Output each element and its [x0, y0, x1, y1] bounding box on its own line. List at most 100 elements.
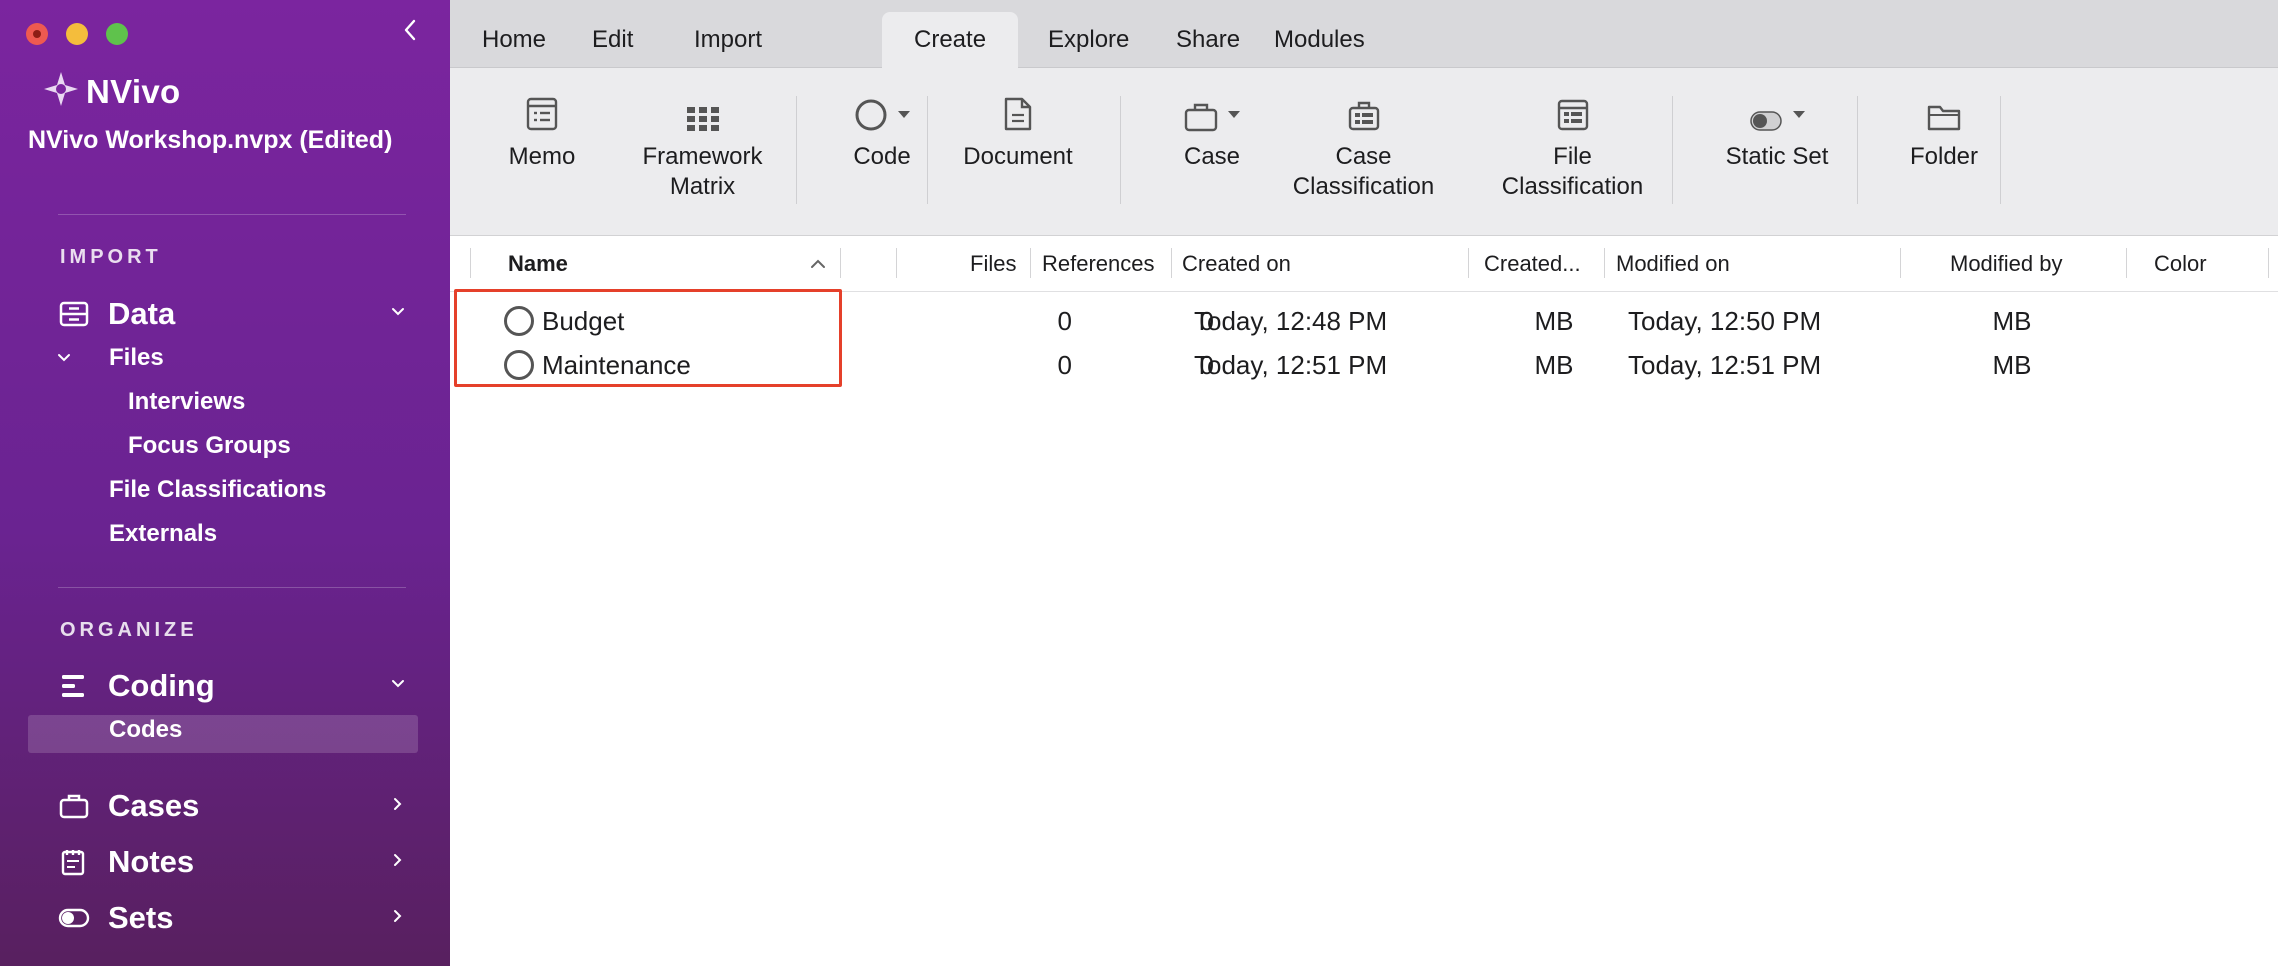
- ribbon-separator: [927, 96, 928, 204]
- sidebar-item-file-classifications[interactable]: File Classifications: [109, 476, 326, 504]
- files-count: 0: [1057, 305, 1072, 336]
- column-separator: [840, 248, 841, 278]
- created-by-value: MB: [1534, 305, 1574, 336]
- column-header-references[interactable]: References: [1042, 236, 1155, 292]
- column-header-color[interactable]: Color: [2154, 236, 2207, 292]
- memo-label: Memo: [508, 143, 576, 170]
- ribbon-separator: [1672, 96, 1673, 204]
- ribbon-separator: [1120, 96, 1121, 204]
- tab-explore[interactable]: Explore: [1016, 12, 1161, 68]
- column-separator: [2268, 248, 2269, 278]
- tab-create[interactable]: Create: [882, 12, 1019, 68]
- toggle-set-icon: [1750, 111, 1782, 131]
- sidebar-item-focus-groups[interactable]: Focus Groups: [128, 432, 291, 460]
- files-expand-chevron-icon[interactable]: [56, 350, 72, 366]
- modified-on-value: Today, 12:51 PM: [1628, 349, 1822, 380]
- ribbon-tab-bar: Home Edit Import Create Explore Share Mo…: [450, 0, 2278, 68]
- tab-home[interactable]: Home: [450, 12, 578, 68]
- modified-by-value: MB: [1992, 349, 2032, 380]
- chevron-down-icon[interactable]: [390, 304, 406, 320]
- sidebar-item-files[interactable]: Files: [109, 344, 164, 372]
- static-set-label: Static Set: [1725, 143, 1829, 170]
- static-set-icon-wrap: [1749, 92, 1805, 132]
- document-icon: [1003, 92, 1033, 132]
- files-count: 0: [1057, 349, 1072, 380]
- project-title: NVivo Workshop.nvpx (Edited): [28, 126, 393, 154]
- case-classification-label: Case Classification: [1292, 143, 1435, 200]
- ribbon-toolbar: Memo Framework Matrix Code Document Case: [450, 68, 2278, 236]
- nav-group-cases[interactable]: Cases: [58, 788, 199, 824]
- sidebar-item-interviews[interactable]: Interviews: [128, 388, 245, 416]
- divider: [58, 214, 406, 215]
- ribbon-separator: [1857, 96, 1858, 204]
- folder-button[interactable]: Folder: [1882, 92, 2006, 172]
- sort-ascending-icon[interactable]: [810, 236, 826, 292]
- framework-matrix-label: Framework Matrix: [642, 143, 763, 200]
- column-header-files[interactable]: Files: [970, 236, 1016, 292]
- case-button[interactable]: Case: [1150, 92, 1274, 172]
- created-by-value: MB: [1534, 349, 1574, 380]
- folder-label: Folder: [1909, 143, 1979, 170]
- dropdown-arrow-icon: [898, 111, 910, 118]
- column-separator: [1468, 248, 1469, 278]
- nav-group-data[interactable]: Data: [58, 296, 175, 332]
- file-classification-button[interactable]: File Classification: [1485, 92, 1660, 202]
- dropdown-arrow-icon: [1228, 111, 1240, 118]
- column-separator: [1604, 248, 1605, 278]
- nav-label-cases: Cases: [108, 788, 200, 823]
- case-classification-icon: [1347, 92, 1381, 132]
- tab-edit[interactable]: Edit: [560, 12, 665, 68]
- annotation-highlight-box: [454, 289, 842, 387]
- divider: [58, 587, 406, 588]
- ribbon-separator: [2000, 96, 2001, 204]
- column-separator: [1171, 248, 1172, 278]
- sidebar-item-codes[interactable]: Codes: [109, 716, 182, 744]
- column-header-created-on[interactable]: Created on: [1182, 236, 1291, 292]
- code-circle-icon: [855, 99, 887, 131]
- case-label: Case: [1183, 143, 1241, 170]
- column-header-modified-by[interactable]: Modified by: [1950, 236, 2063, 292]
- column-header-modified-on[interactable]: Modified on: [1616, 236, 1730, 292]
- coding-icon: [58, 670, 90, 702]
- grid-icon: [686, 92, 720, 132]
- ribbon-separator: [796, 96, 797, 204]
- memo-button[interactable]: Memo: [488, 92, 596, 172]
- document-button[interactable]: Document: [956, 92, 1080, 172]
- nav-label-data: Data: [108, 296, 176, 331]
- chevron-right-icon[interactable]: [390, 908, 406, 924]
- tab-modules[interactable]: Modules: [1242, 12, 1397, 68]
- column-header-name[interactable]: Name: [508, 236, 568, 292]
- minimize-window-button[interactable]: [66, 23, 88, 45]
- column-separator: [2126, 248, 2127, 278]
- codes-table-header: Name Files References Created on Created…: [450, 236, 2278, 292]
- modified-on-value: Today, 12:50 PM: [1628, 305, 1822, 336]
- close-window-button[interactable]: [26, 23, 48, 45]
- column-header-created-by[interactable]: Created...: [1484, 236, 1581, 292]
- case-icon-wrap: [1184, 92, 1240, 132]
- code-button[interactable]: Code: [820, 92, 944, 172]
- sidebar-item-externals[interactable]: Externals: [109, 520, 217, 548]
- column-separator: [470, 248, 471, 278]
- chevron-right-icon[interactable]: [390, 796, 406, 812]
- notes-icon: [58, 846, 90, 878]
- nav-group-sets[interactable]: Sets: [58, 900, 173, 936]
- nav-group-notes[interactable]: Notes: [58, 844, 194, 880]
- tab-import[interactable]: Import: [662, 12, 794, 68]
- nav-label-coding: Coding: [108, 668, 215, 703]
- document-label: Document: [963, 143, 1073, 170]
- created-on-value: Today, 12:51 PM: [1194, 349, 1388, 380]
- static-set-button[interactable]: Static Set: [1702, 92, 1852, 172]
- framework-matrix-button[interactable]: Framework Matrix: [630, 92, 775, 202]
- chevron-down-icon[interactable]: [390, 676, 406, 692]
- sets-toggle-icon: [58, 902, 90, 934]
- chevron-right-icon[interactable]: [390, 852, 406, 868]
- collapse-sidebar-button[interactable]: [398, 14, 422, 50]
- nav-label-notes: Notes: [108, 844, 195, 879]
- nav-group-coding[interactable]: Coding: [58, 668, 215, 704]
- column-separator: [1030, 248, 1031, 278]
- zoom-window-button[interactable]: [106, 23, 128, 45]
- briefcase-icon: [58, 790, 90, 822]
- folder-icon: [1926, 92, 1962, 132]
- created-on-value: Today, 12:48 PM: [1194, 305, 1388, 336]
- case-classification-button[interactable]: Case Classification: [1276, 92, 1451, 202]
